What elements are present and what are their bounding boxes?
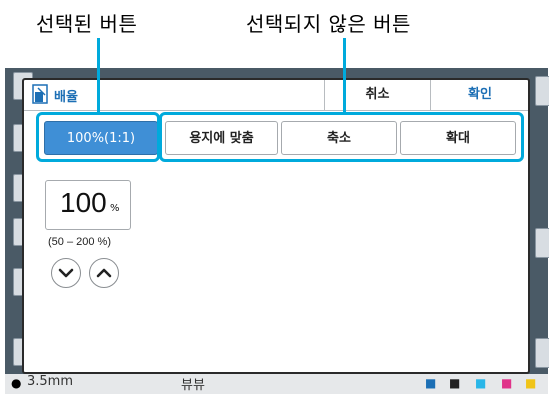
confirm-button[interactable]: 확인: [430, 80, 529, 110]
chevron-up-icon: [96, 268, 112, 278]
dialog-title: 배율: [54, 90, 78, 105]
leader-line-unselected: [343, 38, 346, 113]
cancel-button[interactable]: 취소: [324, 80, 430, 110]
ink-c-icon: ■: [475, 376, 487, 390]
status-mid-text: 뷰뷰: [181, 378, 205, 393]
zoom-value: 100: [60, 187, 107, 218]
option-100-percent-button[interactable]: 100%(1:1): [44, 121, 158, 155]
status-left-text: 3.5mm: [27, 374, 74, 389]
decrease-button[interactable]: [51, 258, 81, 288]
background-tile: [535, 76, 549, 106]
callout-unselected-button: 선택되지 않은 버튼: [246, 12, 411, 36]
option-fit-to-paper-button[interactable]: 용지에 맞춤: [165, 121, 278, 155]
edit-icon: ■: [425, 376, 437, 390]
scale-page-icon: [32, 84, 48, 104]
background-tile: [535, 228, 549, 258]
option-reduce-button[interactable]: 축소: [281, 121, 397, 155]
option-enlarge-button[interactable]: 확대: [400, 121, 516, 155]
chevron-down-icon: [58, 268, 74, 278]
increase-button[interactable]: [89, 258, 119, 288]
status-bar: ● 3.5mm 뷰뷰 ■ ■ ■ ■ ■: [5, 374, 548, 394]
ink-m-icon: ■: [501, 376, 513, 390]
ink-k-icon: ■: [449, 376, 461, 390]
zoom-unit: %: [110, 203, 120, 214]
zoom-dialog: 배율 취소 확인 100%(1:1) 용지에 맞춤 축소 확대 100 % (5…: [22, 78, 530, 374]
zoom-range-text: (50 – 200 %): [48, 236, 111, 248]
leader-line-selected: [97, 38, 100, 113]
zoom-value-field[interactable]: 100 %: [45, 180, 131, 230]
callout-selected-button: 선택된 버튼: [36, 12, 138, 36]
user-icon: ●: [11, 376, 22, 390]
background-tile: [535, 338, 549, 368]
ink-y-icon: ■: [525, 376, 537, 390]
